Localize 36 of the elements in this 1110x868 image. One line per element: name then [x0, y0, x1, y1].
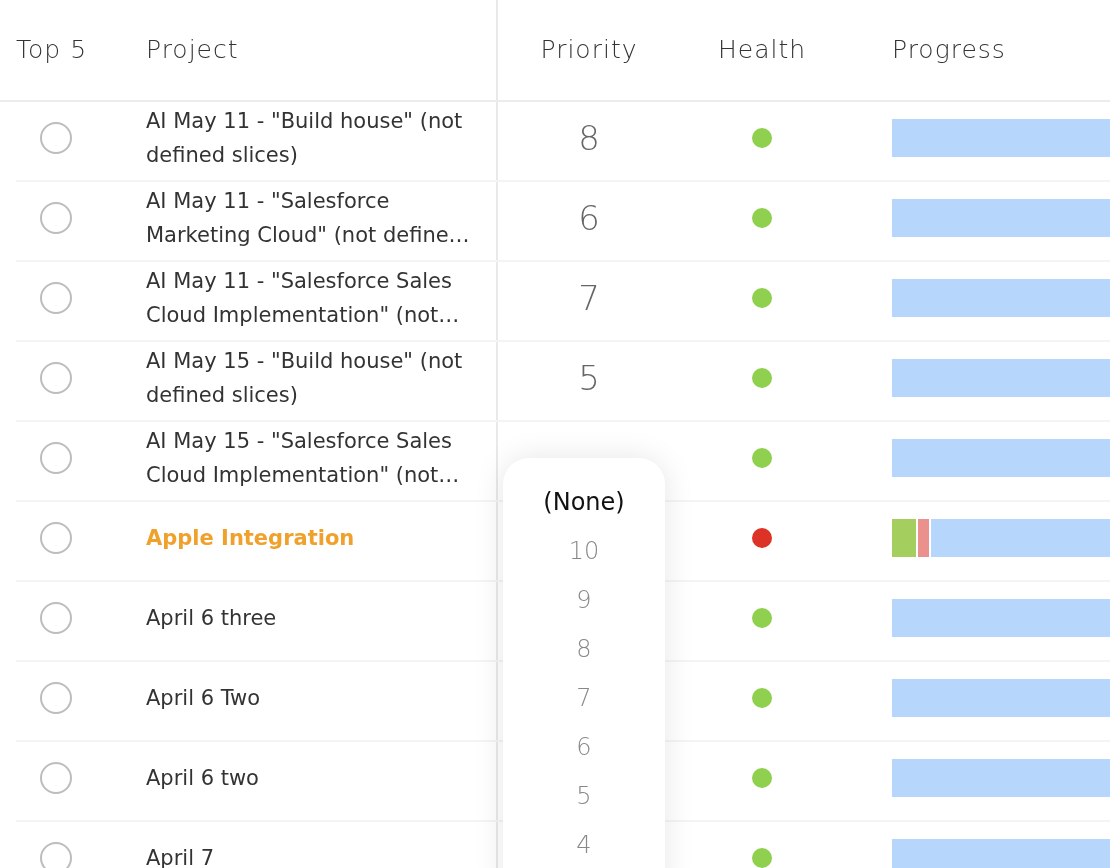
radio-button[interactable]: [40, 682, 72, 714]
dropdown-option[interactable]: 4: [576, 825, 592, 868]
radio-button[interactable]: [40, 202, 72, 234]
column-header: Project: [146, 34, 239, 67]
radio-button[interactable]: [40, 602, 72, 634]
dropdown-option[interactable]: 10: [568, 531, 600, 580]
project-link[interactable]: Apple Integration: [146, 521, 484, 555]
project-name: April 6 Two: [146, 685, 262, 712]
project-name: April 6 three: [146, 605, 278, 632]
project-name: AI May 15 - "Salesforce Sales Cloud Implementation" (not…: [146, 428, 461, 489]
project-name: AI May 11 - "Salesforce Marketing Cloud" (not define…: [146, 188, 471, 249]
radio-button[interactable]: [40, 762, 72, 794]
priority-value[interactable]: 7: [578, 272, 600, 324]
project-name: AI May 15 - "Build house" (not defined slices): [146, 348, 464, 409]
dropdown-option[interactable]: 6: [576, 727, 592, 776]
project-name: April 6 two: [146, 765, 260, 792]
radio-button[interactable]: [40, 442, 72, 474]
radio-button[interactable]: [40, 842, 72, 868]
dropdown-option[interactable]: (None): [543, 482, 625, 531]
column-header: Top 5: [16, 34, 88, 67]
radio-button[interactable]: [40, 522, 72, 554]
column-header: Priority: [540, 34, 638, 67]
project-name: AI May 11 - "Salesforce Sales Cloud Implementation" (not…: [146, 268, 461, 329]
dropdown-option[interactable]: 7: [576, 678, 592, 727]
priority-value[interactable]: 8: [578, 112, 600, 164]
dropdown-option[interactable]: 5: [576, 776, 592, 825]
radio-button[interactable]: [40, 362, 72, 394]
column-header: Progress: [892, 34, 1006, 67]
priority-value[interactable]: 5: [578, 352, 600, 404]
project-name: AI May 11 - "Build house" (not defined slices): [146, 108, 464, 169]
priority-value[interactable]: 6: [578, 192, 600, 244]
column-header: Health: [717, 34, 807, 67]
dropdown-option[interactable]: 8: [576, 629, 592, 678]
radio-button[interactable]: [40, 122, 72, 154]
radio-button[interactable]: [40, 282, 72, 314]
dropdown-option[interactable]: 9: [576, 580, 592, 629]
